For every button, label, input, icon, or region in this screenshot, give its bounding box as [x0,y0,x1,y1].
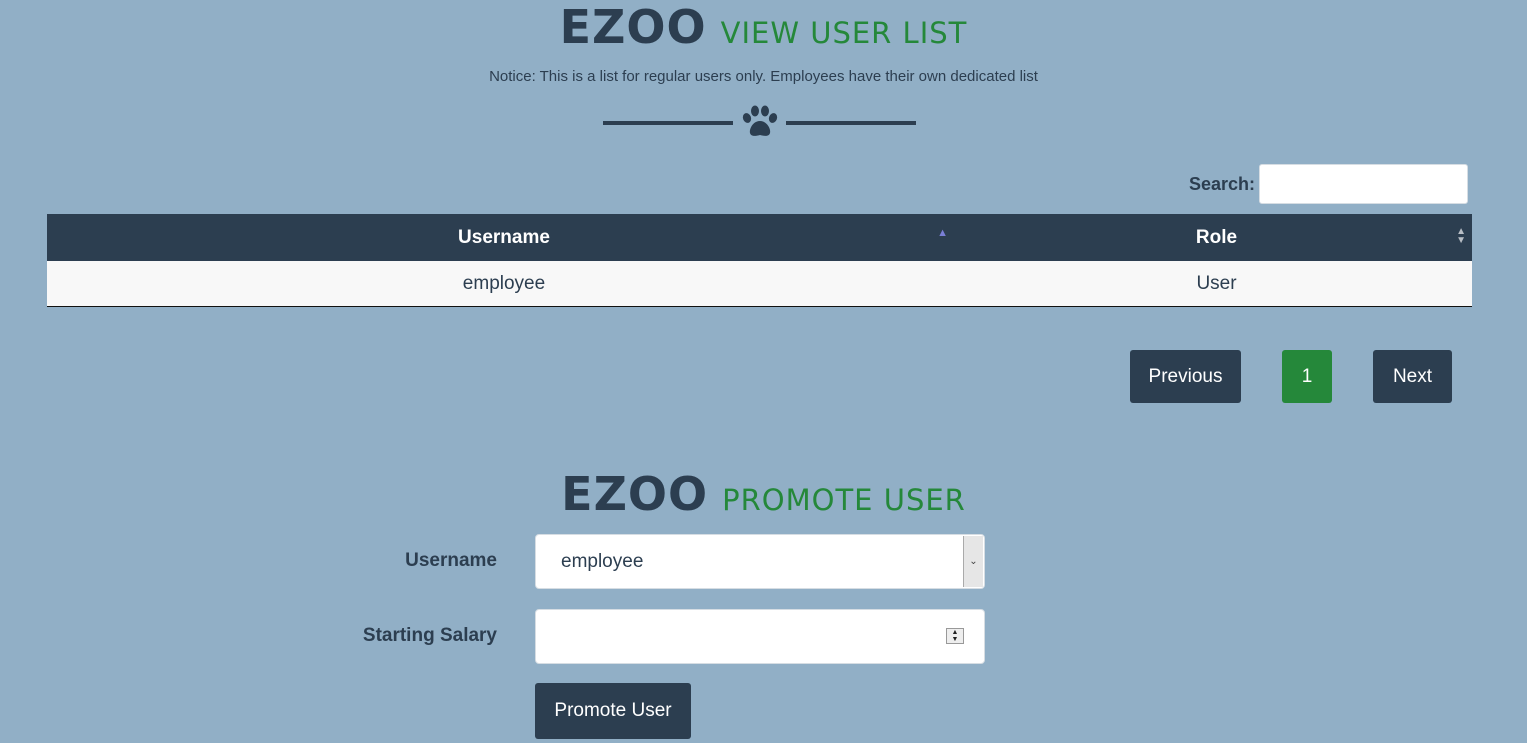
column-header-role[interactable]: Role ▲ ▼ [961,214,1472,261]
previous-page-button[interactable]: Previous [1130,350,1241,403]
notice-text: Notice: This is a list for regular users… [489,68,1038,85]
search-input[interactable] [1259,164,1468,204]
sort-ascending-icon: ▲ [937,227,948,239]
next-page-button[interactable]: Next [1373,350,1452,403]
table-row: employee User [47,261,1472,307]
username-select[interactable]: employee ⌄ [535,534,985,589]
username-select-value: employee [561,551,644,572]
search-label: Search: [1189,174,1256,194]
divider-line-right [786,121,916,125]
starting-salary-input[interactable]: ▲ ▼ [535,609,985,664]
section-subtitle: PROMOTE USER [722,483,966,517]
number-spinner-icon[interactable]: ▲ ▼ [946,628,964,644]
table-header-row: Username ▲ Role ▲ ▼ [47,214,1472,261]
column-header-username[interactable]: Username ▲ [47,214,961,261]
promote-user-button[interactable]: Promote User [535,683,691,739]
cell-username: employee [47,261,961,307]
starting-salary-label: Starting Salary [362,625,497,646]
sort-both-icon: ▲ ▼ [1456,226,1466,246]
page-1-button[interactable]: 1 [1282,350,1332,403]
section-divider [603,104,916,140]
divider-line-left [603,121,733,125]
page-title: EZOO VIEW USER LIST [0,0,1527,54]
cell-role: User [961,261,1472,307]
promote-title: EZOO PROMOTE USER [0,467,1527,521]
brand-logo: EZOO [559,0,707,54]
chevron-down-icon[interactable]: ⌄ [963,536,983,587]
section-subtitle: VIEW USER LIST [720,16,968,50]
username-label: Username [405,550,497,571]
brand-logo: EZOO [561,467,709,521]
user-table: Username ▲ Role ▲ ▼ employee User [47,214,1472,307]
column-header-label: Role [1195,226,1238,248]
paw-icon [742,105,778,136]
column-header-label: Username [458,226,550,248]
